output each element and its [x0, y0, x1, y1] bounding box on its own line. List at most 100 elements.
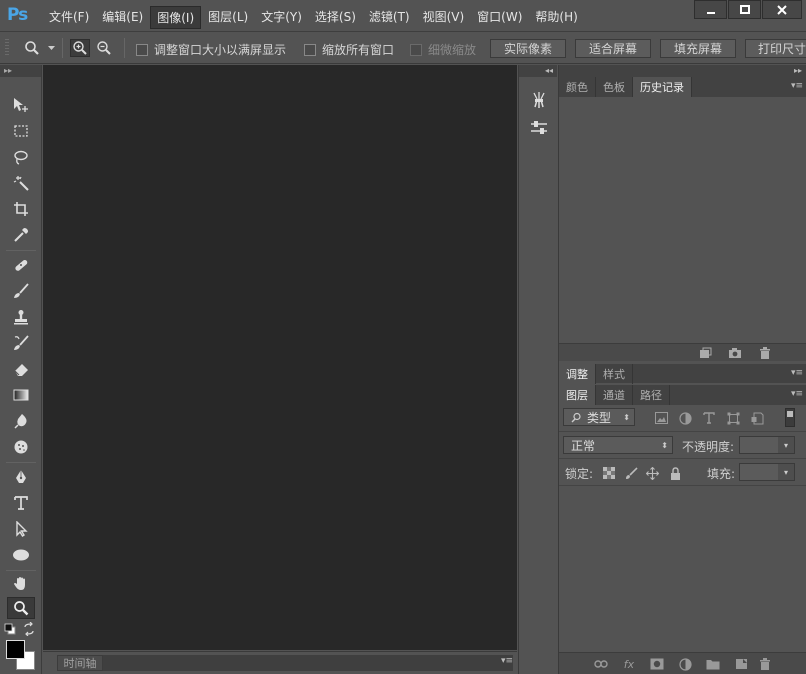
properties-dock-button[interactable]: [527, 117, 551, 139]
tab-paths[interactable]: 路径: [633, 385, 670, 405]
zoom-tool[interactable]: [7, 597, 35, 619]
lasso-tool[interactable]: [7, 146, 35, 168]
gradient-tool[interactable]: [7, 384, 35, 406]
print-size-button[interactable]: 打印尺寸: [745, 39, 806, 58]
delete-state-button[interactable]: [757, 346, 773, 360]
tab-history[interactable]: 历史记录: [633, 77, 692, 97]
tab-swatches[interactable]: 色板: [596, 77, 633, 97]
hand-tool[interactable]: [7, 572, 35, 594]
minimize-button[interactable]: [694, 0, 727, 19]
actual-pixels-button[interactable]: 实际像素: [490, 39, 566, 58]
menu-layer[interactable]: 图层(L): [202, 6, 254, 29]
layer-style-button[interactable]: fx: [621, 657, 637, 671]
history-panel-menu-button[interactable]: ▾≡: [791, 81, 803, 91]
checkbox-box[interactable]: [136, 43, 148, 56]
opacity-field[interactable]: ▾: [739, 436, 795, 454]
fit-screen-button[interactable]: 适合屏幕: [575, 39, 651, 58]
brush-icon: [14, 283, 29, 298]
close-icon: [777, 4, 787, 15]
layers-list[interactable]: [559, 487, 806, 651]
eraser-tool[interactable]: [7, 358, 35, 380]
resize-windows-checkbox[interactable]: 调整窗口大小以满屏显示: [136, 41, 286, 58]
brush-presets-dock-button[interactable]: [527, 89, 551, 111]
eyedropper-tool[interactable]: [7, 224, 35, 246]
layer-filter-kind-dropdown[interactable]: 类型 ⬍: [563, 408, 635, 426]
zoom-all-windows-checkbox[interactable]: 缩放所有窗口: [304, 41, 394, 58]
new-snapshot-button[interactable]: [727, 346, 743, 360]
new-group-button[interactable]: [705, 657, 721, 671]
swap-colors-button[interactable]: [22, 622, 36, 636]
path-selection-tool[interactable]: [7, 518, 35, 540]
lock-all-button[interactable]: [667, 465, 683, 481]
filter-type-layers-button[interactable]: [701, 410, 717, 426]
new-document-from-state-button[interactable]: [697, 346, 713, 360]
checkbox-box[interactable]: [410, 43, 422, 56]
new-layer-button[interactable]: [733, 657, 749, 671]
dock-collapse-button[interactable]: ◂◂: [519, 65, 557, 77]
right-panel-column: ▸▸ 颜色 色板 历史记录 ▾≡ 调整 样式 ▾≡ 图层 通道 路径 ▾≡ 类型: [558, 65, 806, 674]
default-colors-button[interactable]: [4, 623, 16, 635]
zoom-out-button[interactable]: [94, 39, 114, 57]
move-tool[interactable]: [7, 94, 35, 116]
delete-layer-button[interactable]: [757, 657, 773, 671]
menu-edit[interactable]: 编辑(E): [96, 6, 149, 29]
tab-color[interactable]: 颜色: [559, 77, 596, 97]
menu-window[interactable]: 窗口(W): [471, 6, 528, 29]
adjustments-panel-menu-button[interactable]: ▾≡: [791, 368, 803, 378]
history-brush-tool[interactable]: [7, 332, 35, 354]
layers-panel-menu-button[interactable]: ▾≡: [791, 389, 803, 399]
new-adjustment-layer-button[interactable]: [677, 657, 693, 671]
pen-tool[interactable]: [7, 466, 35, 488]
close-button[interactable]: [762, 0, 802, 19]
tab-adjustments[interactable]: 调整: [559, 364, 596, 384]
brush-tool[interactable]: [7, 280, 35, 302]
filter-pixel-layers-button[interactable]: [653, 410, 669, 426]
tab-styles[interactable]: 样式: [596, 364, 633, 384]
layer-filter-toggle[interactable]: [785, 408, 795, 427]
lock-position-button[interactable]: [644, 465, 660, 481]
filter-smart-objects-button[interactable]: [749, 410, 765, 426]
zoom-in-button[interactable]: [70, 39, 90, 57]
panel-column-collapse[interactable]: ▸▸: [559, 65, 806, 77]
menu-view[interactable]: 视图(V): [417, 6, 471, 29]
zoom-tool-preset[interactable]: [22, 39, 42, 57]
add-mask-button[interactable]: [649, 657, 665, 671]
menu-type[interactable]: 文字(Y): [255, 6, 308, 29]
marquee-tool[interactable]: [7, 120, 35, 142]
menu-help[interactable]: 帮助(H): [529, 6, 583, 29]
tab-channels[interactable]: 通道: [596, 385, 633, 405]
blend-mode-dropdown[interactable]: 正常 ⬍: [563, 436, 673, 454]
filter-adjustment-layers-button[interactable]: [677, 410, 693, 426]
blur-tool[interactable]: [7, 410, 35, 432]
menu-filter[interactable]: 滤镜(T): [363, 6, 416, 29]
crop-tool[interactable]: [7, 198, 35, 220]
foreground-color-swatch[interactable]: [6, 640, 25, 659]
lock-image-pixels-button[interactable]: [623, 465, 639, 481]
shape-tool[interactable]: [7, 544, 35, 566]
scrubby-zoom-checkbox[interactable]: 细微缩放: [410, 41, 476, 58]
checkbox-box[interactable]: [304, 43, 316, 56]
fill-screen-button[interactable]: 填充屏幕: [660, 39, 736, 58]
menu-select[interactable]: 选择(S): [309, 6, 362, 29]
healing-brush-tool[interactable]: [7, 254, 35, 276]
magic-wand-tool[interactable]: [7, 172, 35, 194]
menu-file[interactable]: 文件(F): [43, 6, 95, 29]
tool-preset-dropdown[interactable]: [45, 39, 57, 57]
link-layers-button[interactable]: [593, 657, 609, 671]
tab-layers[interactable]: 图层: [559, 385, 596, 405]
opacity-dropdown-button[interactable]: ▾: [778, 437, 794, 453]
filter-shape-layers-button[interactable]: [725, 410, 741, 426]
menu-image[interactable]: 图像(I): [150, 6, 202, 29]
timeline-tab[interactable]: 时间轴: [57, 655, 103, 671]
clone-stamp-tool[interactable]: [7, 306, 35, 328]
options-bar-grip[interactable]: [5, 39, 9, 57]
lock-transparent-pixels-button[interactable]: [601, 465, 617, 481]
dodge-tool[interactable]: [7, 436, 35, 458]
maximize-button[interactable]: [728, 0, 761, 19]
fill-field[interactable]: ▾: [739, 463, 795, 481]
fill-dropdown-button[interactable]: ▾: [778, 464, 794, 480]
type-tool[interactable]: [7, 492, 35, 514]
document-canvas-area[interactable]: [43, 65, 517, 650]
tools-panel-collapse[interactable]: ▸▸: [0, 65, 41, 77]
timeline-menu-button[interactable]: ▾≡: [501, 656, 513, 666]
